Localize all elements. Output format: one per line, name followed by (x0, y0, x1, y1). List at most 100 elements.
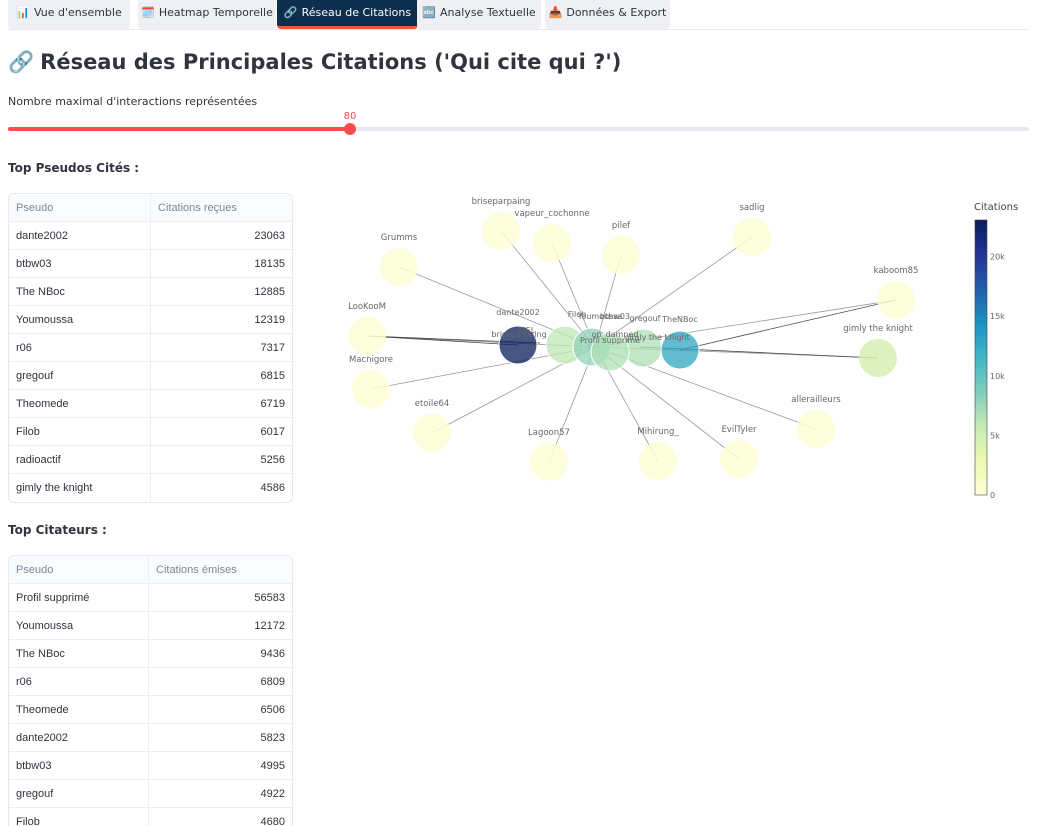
table-row[interactable]: r06 6809 (9, 668, 292, 696)
calendar-icon: 🗓️ (141, 6, 155, 19)
network-node[interactable] (797, 410, 835, 448)
network-node-label: btbw03 (600, 312, 630, 321)
tab-heatmap-temporelle[interactable]: 🗓️ Heatmap Temporelle (138, 0, 276, 29)
column-header[interactable]: Citations reçues (151, 194, 292, 221)
top-citers-table[interactable]: Pseudo Citations émises Profil supprimé 565… (8, 555, 293, 826)
table-row[interactable]: Filob 4680 (9, 808, 292, 826)
table-row[interactable]: dante2002 23063 (9, 222, 292, 250)
network-node[interactable] (720, 440, 758, 478)
colorbar-tick-label: 20k (990, 253, 1005, 262)
count-cell: 4922 (260, 788, 285, 800)
network-node[interactable] (413, 414, 451, 452)
tab-analyse-textuelle[interactable]: 🔤 Analyse Textuelle (417, 0, 541, 29)
count-cell: 6017 (260, 426, 285, 438)
network-node[interactable] (380, 248, 418, 286)
pseudo-cell: gimly the knight (9, 474, 151, 502)
column-header[interactable]: Citations émises (149, 556, 292, 583)
network-node[interactable] (352, 370, 390, 408)
pseudo-cell: Theomede (9, 696, 149, 723)
tab-label: Vue d'ensemble (33, 6, 122, 19)
pseudo-cell: Youmoussa (9, 306, 151, 333)
chart-icon: 📊 (16, 6, 30, 19)
network-node[interactable] (348, 317, 386, 355)
table-row[interactable]: Youmoussa 12319 (9, 306, 292, 334)
table-row[interactable]: The NBoc 12885 (9, 278, 292, 306)
network-node-label: gregouf (630, 314, 661, 323)
network-node[interactable] (533, 224, 571, 262)
table-row[interactable]: dante2002 5823 (9, 724, 292, 752)
network-node-label: dante2002 (496, 308, 539, 317)
table-row[interactable]: gimly the knight 4586 (9, 474, 292, 502)
table-row[interactable]: btbw03 4995 (9, 752, 292, 780)
slider-thumb[interactable] (344, 123, 357, 135)
count-cell: 23063 (254, 230, 285, 242)
network-node-label: EvilTyler (721, 425, 757, 435)
interactions-slider[interactable] (8, 123, 1029, 135)
table-row[interactable]: radioactif 5256 (9, 446, 292, 474)
pseudo-cell: Youmoussa (9, 612, 149, 639)
table-header: Pseudo Citations émises (9, 556, 292, 584)
table-row[interactable]: Theomede 6506 (9, 696, 292, 724)
count-cell: 6815 (260, 370, 285, 382)
network-node-label: kaboom85 (874, 266, 919, 276)
colorbar-tick-label: 5k (990, 431, 1000, 440)
network-node-label: etoile64 (415, 399, 450, 409)
count-cell: 6506 (260, 704, 285, 716)
tab-label: Analyse Textuelle (440, 6, 536, 19)
network-node-label: sadlig (739, 203, 764, 213)
pseudo-cell: gregouf (9, 780, 149, 807)
table-row[interactable]: Profil supprimé 56583 (9, 584, 292, 612)
tab-vue-ensemble[interactable]: 📊 Vue d'ensemble (8, 0, 130, 29)
network-node-label: Profil supprimé (580, 335, 640, 345)
pseudo-cell: The NBoc (9, 640, 149, 667)
colorbar-title: Citations (974, 202, 1018, 213)
page-title-text: Réseau des Principales Citations ('Qui c… (40, 50, 622, 74)
count-cell: 6719 (260, 398, 285, 410)
table-row[interactable]: btbw03 18135 (9, 250, 292, 278)
pseudo-cell: r06 (9, 334, 151, 361)
citation-network-graph[interactable]: briseparpaing vapeur_cochonnepilef sadlig G… (300, 185, 1020, 505)
tab-label: Heatmap Temporelle (158, 6, 273, 19)
table-row[interactable]: Youmoussa 12172 (9, 612, 292, 640)
count-cell: 4995 (260, 760, 285, 772)
count-cell: 7317 (260, 342, 285, 354)
pseudo-cell: radioactif (9, 446, 151, 473)
network-node[interactable] (530, 443, 568, 481)
table-row[interactable]: r06 7317 (9, 334, 292, 362)
network-node[interactable] (639, 442, 677, 480)
pseudo-cell: Theomede (9, 390, 151, 417)
count-cell: 18135 (254, 258, 285, 270)
network-node[interactable] (733, 218, 771, 256)
network-node-label: allerailleurs (791, 395, 841, 405)
column-header[interactable]: Pseudo (9, 556, 149, 583)
tab-bar: 📊 Vue d'ensemble 🗓️ Heatmap Temporelle 🔗 Ré… (8, 0, 1029, 30)
link-icon: 🔗 (283, 6, 298, 19)
pseudo-cell: r06 (9, 668, 149, 695)
top-citers-title: Top Citateurs : (8, 523, 107, 537)
pseudo-cell: btbw03 (9, 250, 151, 277)
tab-donnees-export[interactable]: 📥 Données & Export (545, 0, 670, 29)
column-header[interactable]: Pseudo (9, 194, 151, 221)
tab-reseau-citations[interactable]: 🔗 Réseau de Citations (277, 0, 418, 29)
network-node-label: Mihirung_ (637, 427, 679, 437)
table-row[interactable]: Theomede 6719 (9, 390, 292, 418)
network-node[interactable] (877, 281, 915, 319)
table-row[interactable]: The NBoc 9436 (9, 640, 292, 668)
network-node-label: TheNBoc (661, 315, 698, 324)
top-cited-table[interactable]: Pseudo Citations reçues dante2002 23063 btbw… (8, 193, 293, 503)
table-row[interactable]: gregouf 6815 (9, 362, 292, 390)
pseudo-cell: btbw03 (9, 752, 149, 779)
download-icon: 📥 (548, 6, 563, 19)
network-node-label: MEL (519, 326, 536, 335)
slider-value: 80 (343, 111, 357, 122)
colorbar-tick-label: 10k (990, 372, 1005, 381)
network-node-label: Grumms (381, 233, 418, 243)
top-cited-title: Top Pseudos Cités : (8, 161, 140, 175)
table-header: Pseudo Citations reçues (9, 194, 292, 222)
network-node[interactable] (859, 339, 897, 377)
table-row[interactable]: Filob 6017 (9, 418, 292, 446)
pseudo-cell: Filob (9, 418, 151, 445)
network-node[interactable] (602, 236, 640, 274)
network-node-label: Lagoon57 (528, 428, 570, 438)
table-row[interactable]: gregouf 4922 (9, 780, 292, 808)
